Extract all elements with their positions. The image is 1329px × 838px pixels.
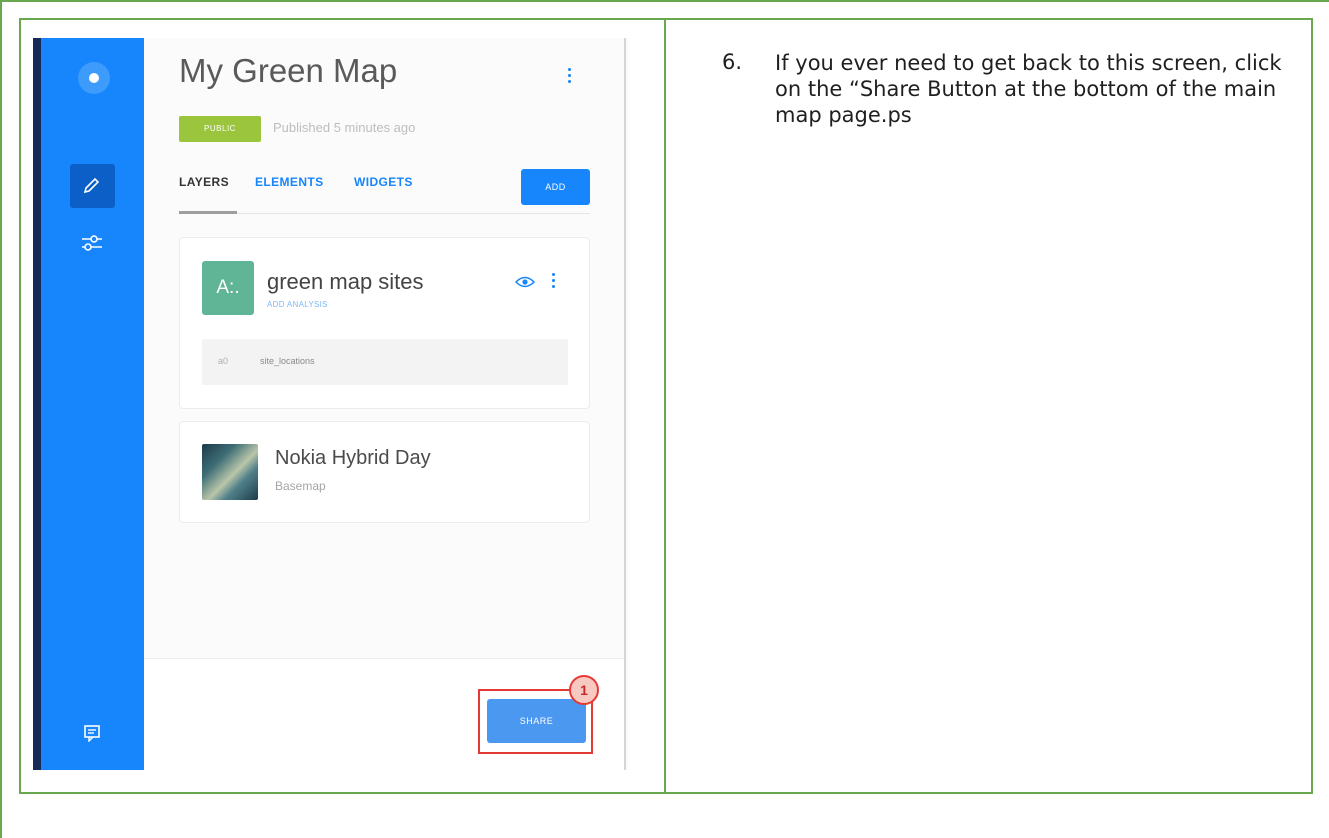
visibility-eye-icon[interactable] <box>514 275 536 294</box>
map-title: My Green Map <box>179 52 398 89</box>
layer-options-icon[interactable] <box>552 273 556 291</box>
step-number: 6. <box>722 50 743 74</box>
tab-elements[interactable]: ELEMENTS <box>255 175 324 189</box>
basemap-type: Basemap <box>275 479 326 493</box>
active-tab-indicator <box>179 211 237 214</box>
logo-icon[interactable] <box>78 62 110 94</box>
tabs-divider <box>179 213 590 214</box>
map-edge <box>33 38 41 770</box>
layers-panel: My Green Map PUBLIC Published 5 minutes … <box>144 38 629 770</box>
more-options-icon[interactable] <box>568 68 572 86</box>
basemap-card[interactable]: Nokia Hybrid Day Basemap <box>179 421 590 523</box>
page-left-rule <box>0 0 2 838</box>
top-rule <box>0 0 1329 2</box>
step-marker: 1 <box>569 675 599 705</box>
layer-letter-thumbnail: A:. <box>202 261 254 315</box>
source-node-label: a0 <box>218 356 229 366</box>
share-button[interactable]: SHARE <box>487 699 586 743</box>
layer-name[interactable]: green map sites <box>267 269 424 295</box>
panel-footer: SHARE 1 <box>144 658 624 770</box>
basemap-thumbnail <box>202 444 258 500</box>
tab-widgets[interactable]: WIDGETS <box>354 175 413 189</box>
chat-icon[interactable] <box>83 724 101 747</box>
public-badge: PUBLIC <box>179 116 261 142</box>
edit-pencil-icon[interactable] <box>70 164 115 208</box>
add-analysis-link[interactable]: ADD ANALYSIS <box>267 300 328 309</box>
basemap-name: Nokia Hybrid Day <box>275 447 431 469</box>
map-editor-screenshot: My Green Map PUBLIC Published 5 minutes … <box>33 38 629 770</box>
add-button[interactable]: ADD <box>521 169 590 205</box>
layer-card[interactable]: A:. green map sites ADD ANALYSIS a0 site… <box>179 237 590 409</box>
layer-source-node[interactable]: a0 site_locations <box>202 339 568 385</box>
source-table-name: site_locations <box>260 356 315 366</box>
step-instruction: If you ever need to get back to this scr… <box>775 51 1282 127</box>
panel-edge <box>624 38 626 770</box>
editor-sidebar <box>41 38 144 770</box>
table-column-divider <box>664 18 666 794</box>
settings-sliders-icon[interactable] <box>81 234 103 257</box>
tab-layers[interactable]: LAYERS <box>179 175 229 189</box>
published-status: Published 5 minutes ago <box>273 120 416 135</box>
